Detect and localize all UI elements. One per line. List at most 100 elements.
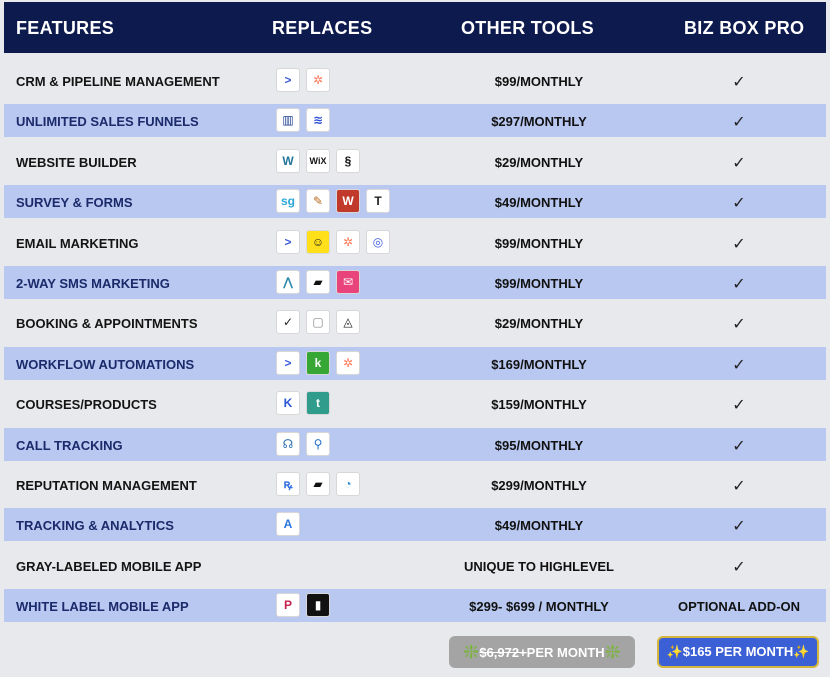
analytics-icon: A: [276, 512, 300, 537]
feature-label: BOOKING & APPOINTMENTS: [16, 316, 198, 332]
table-row: WHITE LABEL MOBILE APP P ▮ $299- $699 / MON…: [4, 589, 826, 623]
replaced-tools: ☊ ⚲: [276, 431, 330, 456]
chevrons-icon: ⋀: [276, 269, 300, 294]
old-price-suffix: PER MONTH: [526, 644, 605, 660]
replaced-tools: P ▮: [276, 593, 330, 618]
replaced-tools: ꝶ ▰ ◔: [276, 471, 360, 496]
biz-box-price-button[interactable]: ✨$165 PER MONTH✨: [657, 636, 819, 668]
table-row: TRACKING & ANALYTICS A $49/MONTHLY ✓: [4, 508, 826, 542]
flag-icon: ▰: [306, 269, 330, 294]
checkmark-icon: ✓: [732, 477, 746, 495]
table-row: COURSES/PRODUCTS Kt $159/MONTHLY ✓: [4, 387, 826, 420]
wufoo-icon: W: [336, 189, 360, 214]
other-tools-total: ❇️ $6,972+ PER MONTH ❇️: [449, 636, 635, 668]
feature-label: 2-WAY SMS MARKETING: [16, 275, 170, 291]
replaced-tools: ✓ ▢ ◬: [276, 310, 360, 335]
feature-label: UNLIMITED SALES FUNNELS: [16, 114, 199, 130]
feature-label: WHITE LABEL MOBILE APP: [16, 599, 189, 615]
feature-label: WORKFLOW AUTOMATIONS: [16, 356, 195, 372]
checkmark-icon: ✓: [732, 235, 746, 253]
calendly-icon: ✓: [276, 310, 300, 335]
acuity-icon: ◬: [336, 310, 360, 335]
replaced-tools: > ☺ ✲ ◎: [276, 229, 390, 254]
table-row: CRM & PIPELINE MANAGEMENT > ✲ $99/MONTHLY ✓: [4, 64, 826, 97]
table-row: REPUTATION MANAGEMENT ꝶ ▰ ◔ $299/MONTHLY ✓: [4, 468, 826, 501]
replaced-tools: A: [276, 512, 300, 537]
checkmark-icon: ✓: [732, 154, 746, 172]
kajabi-icon: K: [276, 391, 300, 416]
hubspot-icon: ✲: [336, 350, 360, 375]
mailchimp-icon: ☺: [306, 229, 330, 254]
checkmark-icon: ✓: [732, 397, 746, 415]
feature-label: SURVEY & FORMS: [16, 195, 133, 211]
hubspot-icon: ✲: [336, 229, 360, 254]
keap-icon: k: [306, 350, 330, 375]
checkmark-icon: ✓: [732, 437, 746, 455]
table-row: GRAY-LABELED MOBILE APP UNIQUE TO HIGHLEV…: [4, 549, 826, 582]
table-row: CALL TRACKING ☊ ⚲ $95/MONTHLY ✓: [4, 427, 826, 461]
hubspot-icon: ✲: [306, 68, 330, 92]
table-row: WORKFLOW AUTOMATIONS > k ✲ $169/MONTHLY ✓: [4, 346, 826, 380]
quill-icon: ✎: [306, 189, 330, 214]
checkmark-icon: ✓: [732, 558, 746, 576]
feature-label: TRACKING & ANALYTICS: [16, 518, 174, 534]
header-replaces: REPLACES: [272, 18, 373, 38]
pie-icon: ◔: [336, 471, 360, 496]
comparison-table: CRM & PIPELINE MANAGEMENT > ✲ $99/MONTHLY ✓ U…: [4, 64, 826, 629]
checkmark-icon: ✓: [732, 518, 746, 536]
checkmark-icon: ✓: [732, 356, 746, 374]
sparkle-icon: ❇️: [604, 644, 621, 659]
table-header: FEATURES REPLACES OTHER TOOLS BIZ BOX PR…: [4, 2, 826, 53]
replaced-tools: Kt: [276, 391, 330, 416]
envelope-icon: ✉: [336, 269, 360, 294]
header-biz-box-pro: BIZ BOX PRO: [684, 18, 805, 38]
activecampaign-icon: >: [276, 350, 300, 375]
biz-box-value: OPTIONAL ADD-ON: [677, 599, 801, 615]
replaced-tools: > ✲: [276, 68, 330, 92]
new-price-label: ✨$165 PER MONTH✨: [666, 644, 810, 659]
table-row: 2-WAY SMS MARKETING ⋀ ▰ ✉ $99/MONTHLY ✓: [4, 265, 826, 299]
table-row: SURVEY & FORMS sg ✎ W T $49/MONTHLY ✓: [4, 185, 826, 219]
birdeye-icon: ꝶ: [276, 471, 300, 496]
clickfunnels-icon: ▥: [276, 108, 300, 133]
table-row: UNLIMITED SALES FUNNELS ▥ ≋ $297/MONTHLY ✓: [4, 104, 826, 138]
feature-label: COURSES/PRODUCTS: [16, 397, 157, 413]
location-pin-icon: ⚲: [306, 431, 330, 456]
old-price-amount: $6,972+: [479, 644, 527, 660]
app-p-icon: P: [276, 593, 300, 618]
replaced-tools: > k ✲: [276, 350, 360, 375]
checkmark-icon: ✓: [732, 316, 746, 334]
replaced-tools: ⋀ ▰ ✉: [276, 269, 360, 294]
replaced-tools: sg ✎ W T: [276, 189, 390, 214]
feature-label: EMAIL MARKETING: [16, 235, 139, 251]
activecampaign-icon: >: [276, 68, 300, 92]
feature-label: CRM & PIPELINE MANAGEMENT: [16, 74, 220, 89]
wordpress-icon: W: [276, 148, 300, 173]
callrail-icon: ☊: [276, 431, 300, 456]
checkmark-icon: ✓: [732, 74, 746, 91]
teachable-icon: t: [306, 391, 330, 416]
sparkle-icon: ❇️: [463, 644, 480, 659]
replaced-tools: ▥ ≋: [276, 108, 330, 133]
header-other-tools: OTHER TOOLS: [461, 18, 594, 38]
activecampaign-icon: >: [276, 229, 300, 254]
replaced-tools: W WiX §: [276, 148, 360, 173]
checkmark-icon: ✓: [732, 195, 746, 213]
squarespace-icon: §: [336, 148, 360, 173]
feature-label: WEBSITE BUILDER: [16, 154, 137, 170]
builder-icon: ▮: [306, 593, 330, 618]
feature-label: CALL TRACKING: [16, 437, 123, 453]
stack-layers-icon: ≋: [306, 108, 330, 133]
wix-icon: WiX: [306, 148, 330, 173]
checkmark-icon: ✓: [732, 275, 746, 293]
header-features: FEATURES: [16, 18, 115, 38]
checkmark-icon: ✓: [732, 114, 746, 132]
table-row: EMAIL MARKETING > ☺ ✲ ◎ $99/MONTHLY ✓: [4, 226, 826, 259]
feature-label: REPUTATION MANAGEMENT: [16, 477, 197, 493]
table-row: BOOKING & APPOINTMENTS ✓ ▢ ◬ $29/MONTHLY ✓: [4, 306, 826, 339]
flag-icon: ▰: [306, 471, 330, 496]
surveygizmo-icon: sg: [276, 189, 300, 214]
feature-label: GRAY-LABELED MOBILE APP: [16, 558, 202, 574]
calendar-icon: ▢: [306, 310, 330, 335]
table-row: WEBSITE BUILDER W WiX § $29/MONTHLY ✓: [4, 145, 826, 178]
